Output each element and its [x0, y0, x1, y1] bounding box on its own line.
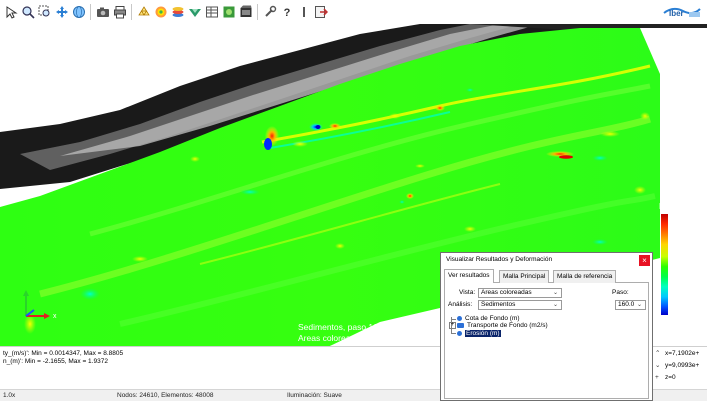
dialog-title: Visualizar Resultados y Deformación [446, 256, 553, 263]
tree-item-erosion[interactable]: Erosión (m) [457, 330, 501, 338]
tab-ver-resultados[interactable]: Ver resultados [444, 269, 494, 283]
analisis-value: Sedimentos [481, 301, 516, 308]
vector-node-icon [457, 323, 464, 328]
legend-label: -1.7096 [670, 292, 698, 302]
zoom-window-icon[interactable] [37, 5, 52, 20]
tab-malla-referencia[interactable]: Malla de referencia [553, 270, 617, 283]
dialog-body: Vista: Areas coloreadas ⌄ Paso: Análisis… [444, 283, 649, 399]
tree-line [451, 319, 456, 320]
legend-label: -0.79793 [670, 272, 702, 282]
toolbar-separator [131, 4, 132, 20]
crosshair-icon: + [655, 374, 659, 381]
pan-icon[interactable] [54, 5, 69, 20]
legend-title: Erosión (m) [659, 202, 701, 211]
results-info-panel[interactable]: ty_(m/s)': Min = 0.0014347, Max = 8.8805… [0, 346, 443, 389]
iber-logo-icon: Iber [663, 4, 701, 18]
caption-result: Areas coloreadas de Erosión (m). [298, 333, 425, 343]
caption-step: Sedimentos, paso 160 [298, 322, 383, 332]
paso-label: Paso: [612, 289, 629, 296]
legend-label: -0.34207 [670, 262, 702, 272]
chevron-down-icon: ⌄ [552, 302, 558, 308]
legend-label: 0.11378 [670, 251, 699, 261]
contours-icon[interactable] [153, 5, 168, 20]
coord-z: z=0 [665, 374, 676, 381]
info-line-erosion: n_(m)': Min = -2.1655, Max = 1.9372 [3, 358, 108, 365]
svg-text:?: ? [283, 7, 290, 19]
map-caption: Sedimentos, paso 160 Areas coloreadas de… [298, 322, 425, 344]
dialog-tabs: Ver resultados Malla Principal Malla de … [444, 269, 649, 283]
legend-labels: 1.9372 1.4814 1.0255 0.56964 0.11378 -0.… [670, 211, 707, 313]
legend-label: -2.1655 [670, 302, 698, 312]
mesh-stats: Nodos: 24610, Elementos: 48008 [117, 392, 214, 399]
expand-icon[interactable]: + [449, 322, 456, 329]
analisis-label: Análisis: [448, 301, 473, 308]
print-icon[interactable] [112, 5, 127, 20]
results-dialog: Visualizar Resultados y Deformación × Ve… [440, 252, 653, 401]
coord-x: x=7,1902e+ [665, 350, 700, 357]
legend-label: 0.56964 [670, 241, 699, 251]
main-toolbar: ? Iber [0, 0, 707, 24]
result-node-icon [457, 315, 462, 321]
tree-item-transporte-fondo[interactable]: + Transporte de Fondo (m2/s) [449, 322, 548, 330]
zoom-level: 1.0x [3, 392, 16, 399]
legend-label: 1.9372 [670, 211, 695, 220]
legend-label: -1.2538 [670, 282, 698, 292]
zoom-icon[interactable] [20, 5, 35, 20]
help-bar-icon[interactable] [296, 5, 311, 20]
legend-label: 1.4814 [670, 221, 695, 231]
vista-select[interactable]: Areas coloreadas ⌄ [478, 288, 562, 298]
vista-value: Areas coloreadas [481, 289, 532, 296]
globe-icon[interactable] [71, 5, 86, 20]
render-icon[interactable] [221, 5, 236, 20]
vista-label: Vista: [459, 289, 476, 296]
layers-icon[interactable] [170, 5, 185, 20]
coord-y: y=9,0993e+ [665, 362, 700, 369]
close-icon[interactable]: × [639, 255, 650, 266]
options-icon[interactable] [262, 5, 277, 20]
mesh-icon[interactable] [136, 5, 151, 20]
lighting-mode: Iluminación: Suave [287, 392, 342, 399]
svg-text:Iber: Iber [669, 9, 684, 18]
paso-value: 160.0 [618, 301, 635, 308]
tab-malla-principal[interactable]: Malla Principal [499, 270, 550, 283]
chevron-down-icon: ⌄ [636, 302, 642, 308]
coordinates-panel: ⌃ x=7,1902e+ ⌄ y=9,0993e+ + z=0 [652, 346, 707, 389]
vectors-icon[interactable] [187, 5, 202, 20]
tree-item-label: Cota de Fondo (m) [465, 315, 520, 322]
legend-label: 1.0255 [670, 231, 695, 241]
exit-icon[interactable] [313, 5, 328, 20]
analisis-select[interactable]: Sedimentos ⌄ [478, 300, 562, 310]
tree-item-label: Transporte de Fondo (m2/s) [467, 322, 548, 330]
toolbar-separator [257, 4, 258, 20]
result-node-icon [457, 330, 462, 336]
film-icon[interactable] [238, 5, 253, 20]
tree-line [451, 333, 456, 334]
table-icon[interactable] [204, 5, 219, 20]
dialog-titlebar[interactable]: Visualizar Resultados y Deformación × [441, 253, 652, 269]
tree-item-label: Erosión (m) [465, 330, 501, 337]
select-arrow-icon[interactable] [3, 5, 18, 20]
toolbar-separator [90, 4, 91, 20]
info-line-velocity: ty_(m/s)': Min = 0.0014347, Max = 8.8805 [3, 350, 124, 357]
paso-select[interactable]: 160.0 ⌄ [615, 300, 646, 310]
legend-colorbar [661, 214, 668, 315]
help-icon[interactable]: ? [279, 5, 294, 20]
chevron-down-icon: ⌄ [552, 290, 558, 296]
x-axis-label: x [53, 313, 57, 320]
camera-icon[interactable] [95, 5, 110, 20]
